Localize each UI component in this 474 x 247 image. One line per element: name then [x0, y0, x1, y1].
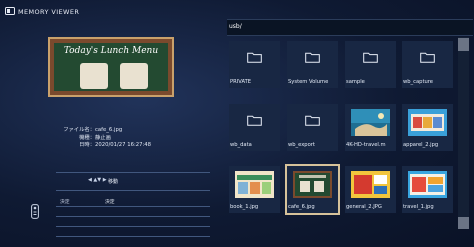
file-name: PRIVATE [230, 79, 252, 85]
dish-image [80, 63, 108, 89]
file-tile-apparel-2[interactable]: apparel_2.jpg [402, 104, 453, 151]
file-tile-4k-hd-travel[interactable]: 4K-HD-travel.m [345, 104, 396, 151]
file-name: 4K-HD-travel.m [346, 142, 386, 148]
divider [56, 190, 210, 191]
app-title: MEMORY VIEWER [18, 8, 80, 16]
navigation-arrows-icon: ◀ ▲▼ ▶ [88, 177, 107, 183]
file-type-row: 機種：静止画 [79, 134, 111, 141]
image-thumbnail [351, 171, 390, 198]
path-field[interactable] [229, 21, 449, 32]
file-name: wb_capture [403, 79, 433, 85]
file-tile-wb-data[interactable]: wb_data [229, 104, 280, 151]
navigation-label: 移動 [108, 179, 119, 185]
divider [56, 206, 210, 207]
folder-icon [363, 52, 378, 63]
video-thumbnail [351, 109, 390, 136]
file-name: wb_export [288, 142, 315, 148]
divider [56, 172, 210, 173]
file-info: ファイル名：cafe_6.jpg 機種：静止画 日時：2020/01/27 16… [61, 127, 151, 150]
file-tile-wb-capture[interactable]: wb_capture [402, 41, 453, 88]
folder-icon [305, 52, 320, 63]
ok-key: 決定 [60, 200, 70, 205]
divider [56, 216, 210, 217]
file-tile-private[interactable]: PRIVATE [229, 41, 280, 88]
file-tile-wb-export[interactable]: wb_export [287, 104, 338, 151]
folder-icon [247, 115, 262, 126]
preview-title: Today's Lunch Menu [63, 46, 159, 56]
folder-icon [305, 115, 320, 126]
image-thumbnail [408, 171, 447, 198]
file-tile-system-volume[interactable]: System Volume [287, 41, 338, 88]
file-date-row: 日時：2020/01/27 16:27:48 [79, 142, 152, 149]
file-name: cafe_6.jpg [288, 204, 315, 210]
file-tile-general-2[interactable]: general_2.JPG [345, 166, 396, 213]
scroll-thumb[interactable] [458, 38, 469, 51]
file-tile-book-1[interactable]: book_1.jpg [229, 166, 280, 213]
image-thumbnail [293, 171, 332, 198]
image-thumbnail [408, 109, 447, 136]
file-name: general_2.JPG [346, 204, 382, 210]
dish-image [120, 63, 148, 89]
folder-icon [420, 52, 435, 63]
preview-board: Today's Lunch Menu [54, 43, 168, 91]
file-name: apparel_2.jpg [403, 142, 439, 148]
ok-label: 決定 [105, 200, 115, 205]
memory-viewer-icon [5, 7, 15, 15]
file-tile-travel-1[interactable]: travel_1.jpg [402, 166, 453, 213]
file-name: System Volume [288, 79, 329, 85]
top-bar: MEMORY VIEWER [0, 0, 474, 20]
image-thumbnail [235, 171, 274, 198]
divider [56, 236, 210, 237]
file-tile-sample[interactable]: sample [345, 41, 396, 88]
file-name: wb_data [230, 142, 252, 148]
scrollbar[interactable] [458, 37, 469, 229]
folder-icon [247, 52, 262, 63]
divider [56, 226, 210, 227]
scroll-down-button[interactable] [458, 217, 469, 229]
remote-control-icon [31, 204, 39, 219]
file-name: book_1.jpg [230, 204, 259, 210]
file-tile-cafe-6[interactable]: cafe_6.jpg [285, 164, 340, 215]
preview-image: Today's Lunch Menu [48, 37, 174, 97]
file-name: travel_1.jpg [403, 204, 434, 210]
file-name-row: ファイル名：cafe_6.jpg [63, 127, 123, 133]
file-name: sample [346, 79, 365, 85]
